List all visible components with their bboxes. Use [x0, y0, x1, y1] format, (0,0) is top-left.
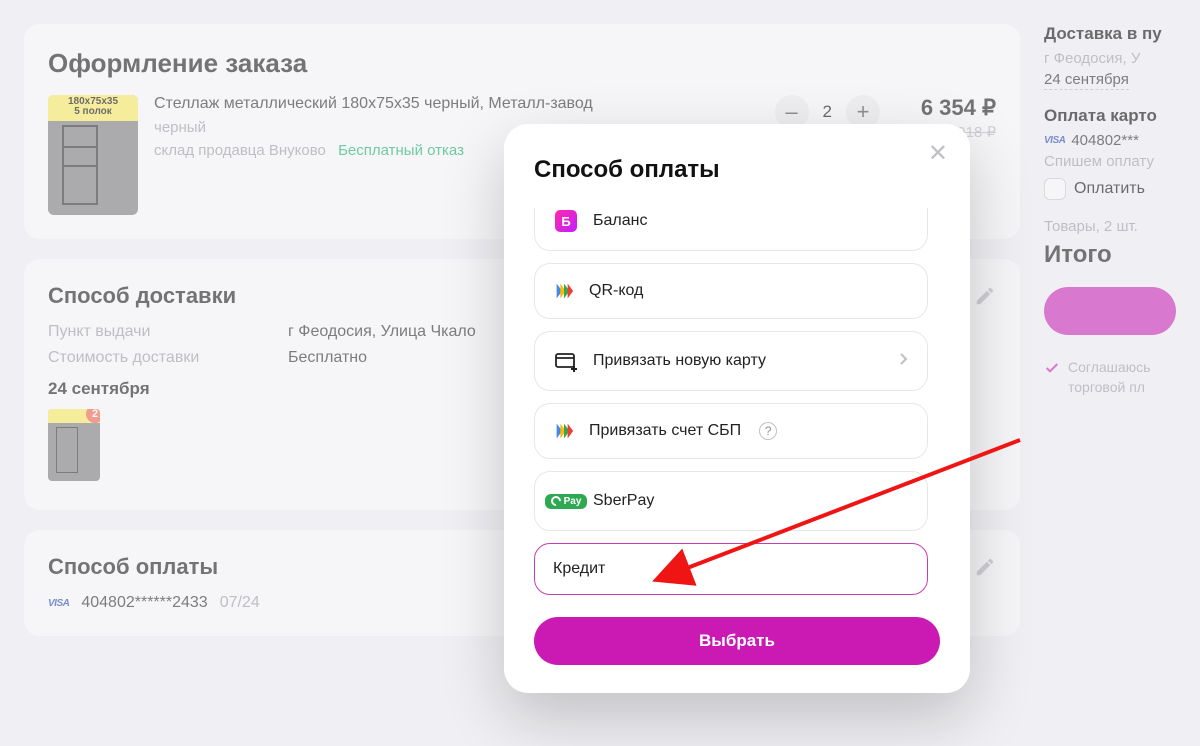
- sbp-icon: [553, 420, 575, 442]
- select-button[interactable]: Выбрать: [534, 617, 940, 665]
- option-credit-label: Кредит: [553, 560, 605, 578]
- option-balance-label: Баланс: [593, 212, 647, 230]
- balance-icon: [553, 208, 579, 234]
- sberpay-icon: Pay: [553, 488, 579, 514]
- option-sberpay-label: SberPay: [593, 492, 654, 510]
- card-icon: [553, 348, 579, 374]
- option-link-sbp[interactable]: Привязать счет СБП ?: [534, 403, 928, 459]
- option-link-sbp-label: Привязать счет СБП: [589, 422, 741, 440]
- option-link-card-label: Привязать новую карту: [593, 352, 766, 370]
- sbp-icon: [553, 280, 575, 302]
- payment-method-modal: ✕ Способ оплаты Баланс QR-код Привязать …: [504, 124, 970, 693]
- option-balance[interactable]: Баланс: [534, 208, 928, 251]
- option-credit[interactable]: Кредит: [534, 543, 928, 595]
- close-icon[interactable]: ✕: [928, 142, 948, 166]
- option-qr[interactable]: QR-код: [534, 263, 928, 319]
- option-qr-label: QR-код: [589, 282, 643, 300]
- chevron-right-icon: [899, 352, 909, 371]
- option-link-card[interactable]: Привязать новую карту: [534, 331, 928, 391]
- modal-title: Способ оплаты: [534, 156, 940, 184]
- help-icon[interactable]: ?: [759, 422, 777, 440]
- option-sberpay[interactable]: Pay SberPay: [534, 471, 928, 531]
